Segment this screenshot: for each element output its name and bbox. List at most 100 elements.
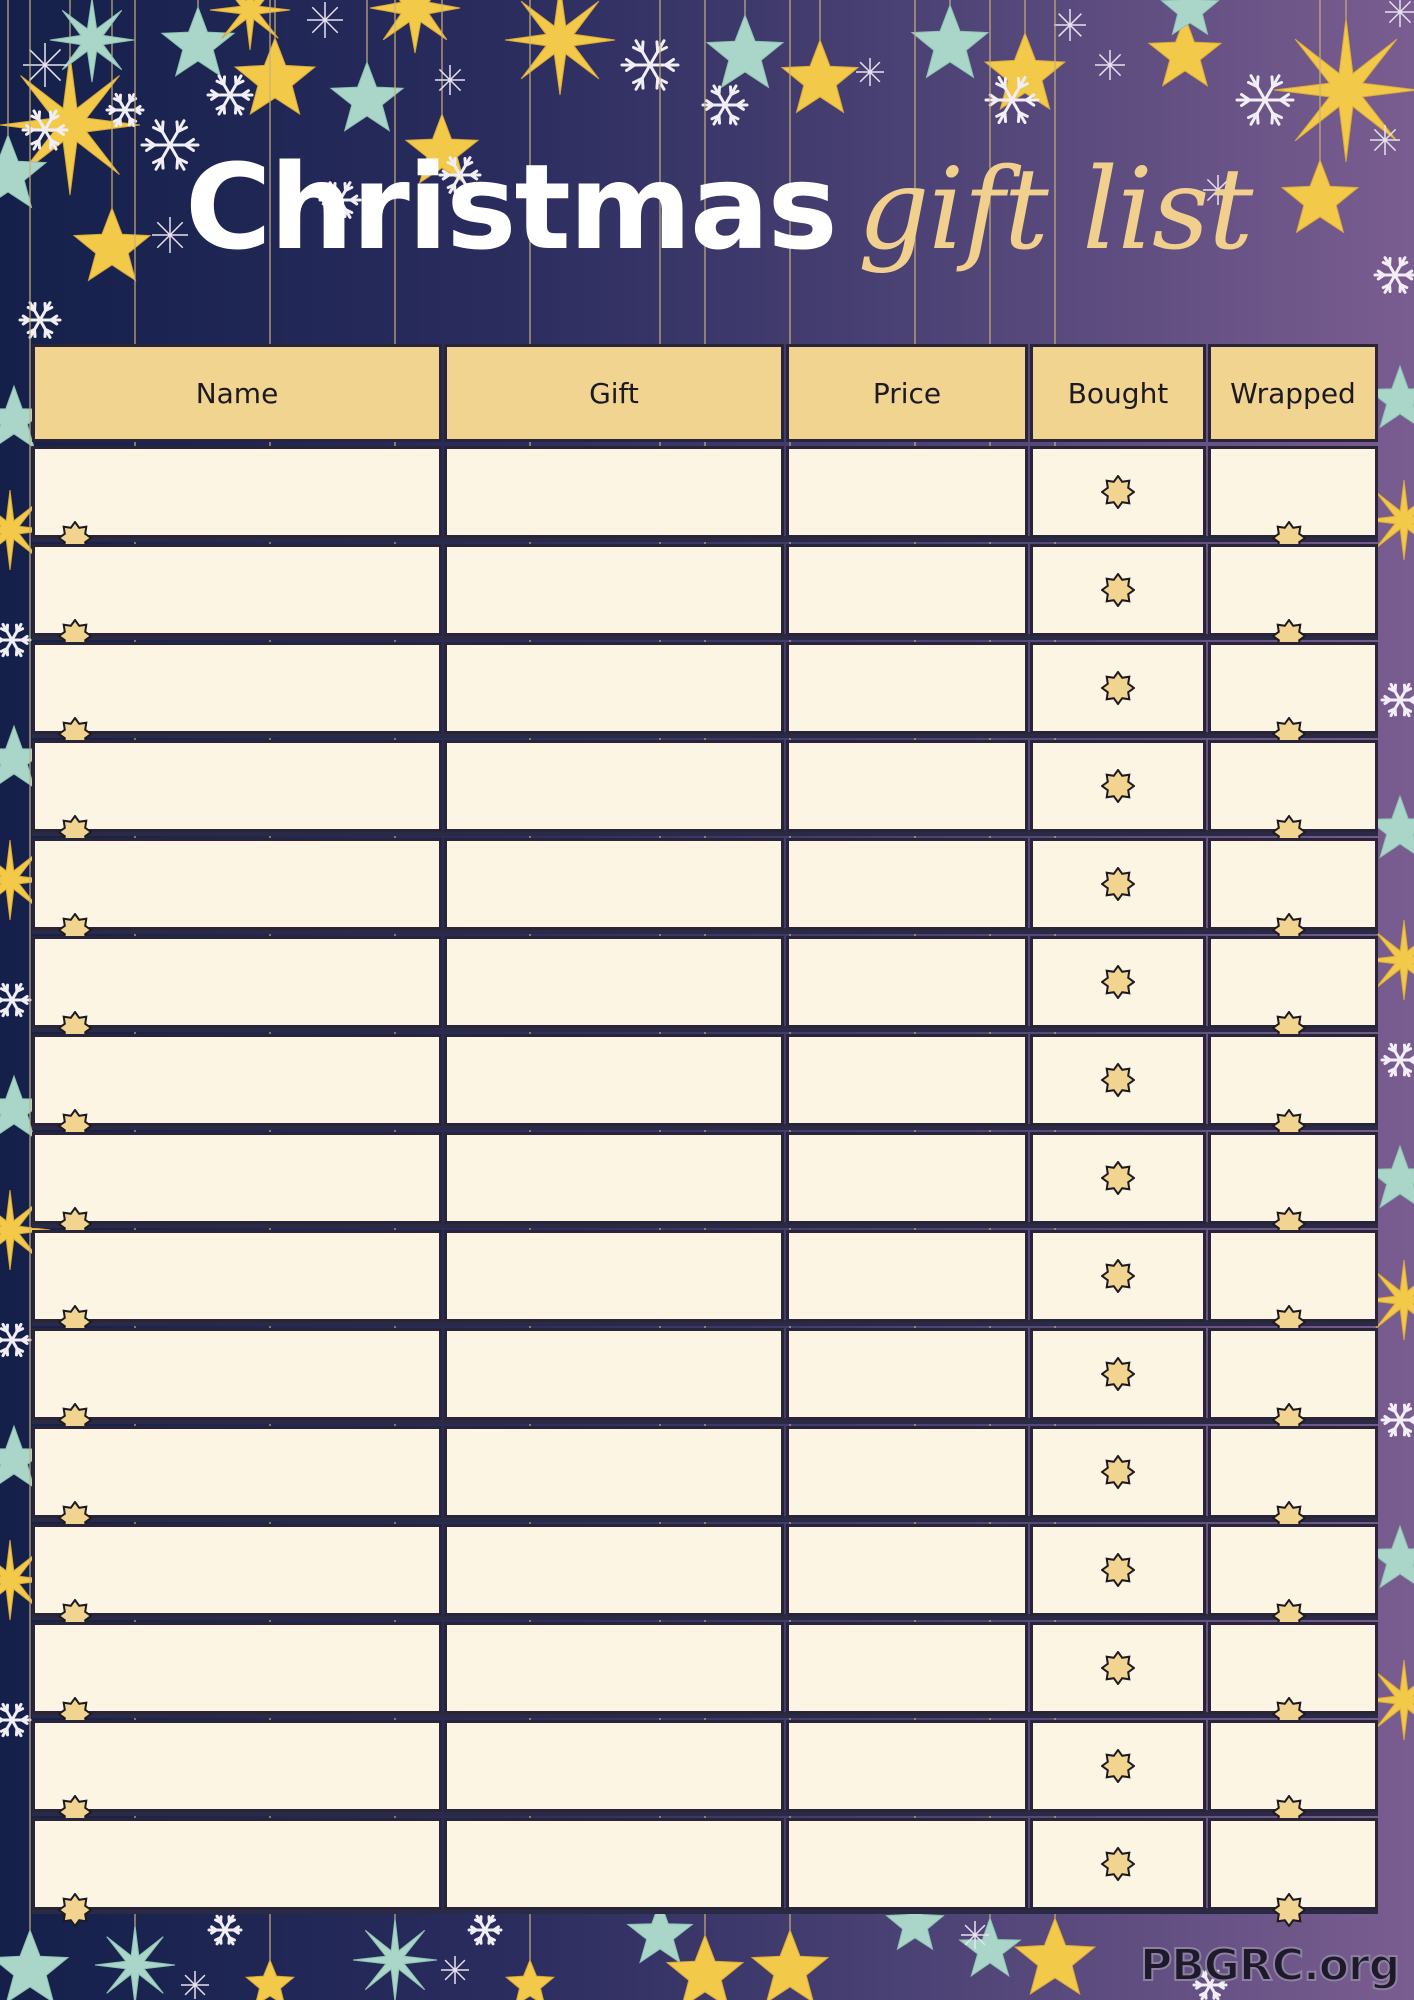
- table-header-row: Name Gift Price Bought Wrapped: [32, 344, 1378, 442]
- cell-name[interactable]: [32, 1034, 442, 1126]
- hanging-gold-star-icon: [1273, 17, 1414, 163]
- cell-price[interactable]: [786, 1720, 1028, 1812]
- bought-checkbox-star-icon[interactable]: [1100, 1748, 1136, 1784]
- sparkle-icon: [1054, 9, 1086, 41]
- hanging-mint-star-icon: [94, 1924, 176, 2000]
- cell-name[interactable]: [32, 838, 442, 930]
- sparkle-icon: [961, 1921, 989, 1949]
- bought-checkbox-star-icon[interactable]: [1100, 768, 1136, 804]
- cell-price[interactable]: [786, 1426, 1028, 1518]
- cell-gift[interactable]: [444, 1524, 784, 1616]
- cell-price[interactable]: [786, 544, 1028, 636]
- bought-checkbox-star-icon[interactable]: [1100, 1454, 1136, 1490]
- sparkle-icon: [152, 217, 188, 253]
- cell-price[interactable]: [786, 1230, 1028, 1322]
- snowflake-icon: [206, 74, 254, 116]
- hanging-gold-star-icon: [1013, 1916, 1097, 1996]
- cell-gift[interactable]: [444, 1328, 784, 1420]
- cell-name[interactable]: [32, 1132, 442, 1224]
- hanging-mint-star-icon: [705, 13, 785, 89]
- bought-checkbox-star-icon[interactable]: [1100, 1650, 1136, 1686]
- cell-name[interactable]: [32, 1426, 442, 1518]
- hanging-mint-star-icon: [49, 0, 135, 83]
- bought-checkbox-star-icon[interactable]: [1100, 1846, 1136, 1882]
- hanging-gold-star-icon: [72, 206, 152, 282]
- hanging-gold-star-icon: [0, 54, 141, 196]
- hanging-mint-star-icon: [1160, 0, 1220, 36]
- cell-name[interactable]: [32, 1328, 442, 1420]
- cell-price[interactable]: [786, 740, 1028, 832]
- wrapped-checkbox-star-icon[interactable]: [1271, 1892, 1307, 1928]
- bought-checkbox-star-icon[interactable]: [1100, 1552, 1136, 1588]
- snowflake-icon: [1380, 1402, 1414, 1438]
- snowflake-icon: [21, 109, 69, 151]
- sparkle-icon: [856, 58, 884, 86]
- cell-gift[interactable]: [444, 1230, 784, 1322]
- cell-gift[interactable]: [444, 446, 784, 538]
- cell-gift[interactable]: [444, 740, 784, 832]
- cell-name[interactable]: [32, 740, 442, 832]
- bought-checkbox-star-icon[interactable]: [1100, 1356, 1136, 1392]
- snowflake-icon: [1373, 256, 1414, 294]
- cell-name[interactable]: [32, 642, 442, 734]
- cell-gift[interactable]: [444, 1132, 784, 1224]
- table-row: [32, 1622, 1378, 1732]
- cell-name[interactable]: [32, 1818, 442, 1910]
- cell-gift[interactable]: [444, 544, 784, 636]
- cell-price[interactable]: [786, 1034, 1028, 1126]
- table-row: [32, 1426, 1378, 1536]
- cell-name[interactable]: [32, 446, 442, 538]
- column-header-wrapped: Wrapped: [1208, 344, 1378, 442]
- cell-price[interactable]: [786, 446, 1028, 538]
- cell-gift[interactable]: [444, 1720, 784, 1812]
- cell-price[interactable]: [786, 936, 1028, 1028]
- snowflake-icon: [620, 39, 680, 91]
- table-row: [32, 446, 1378, 556]
- snowflake-icon: [0, 1702, 32, 1738]
- bought-checkbox-star-icon[interactable]: [1100, 964, 1136, 1000]
- cell-name[interactable]: [32, 1230, 442, 1322]
- bought-checkbox-star-icon[interactable]: [1100, 1160, 1136, 1196]
- cell-price[interactable]: [786, 1818, 1028, 1910]
- table-row: [32, 1720, 1378, 1830]
- page-title: Christmas gift list: [185, 148, 1253, 298]
- cell-gift[interactable]: [444, 1622, 784, 1714]
- hanging-gold-star-icon: [780, 38, 860, 114]
- cell-gift[interactable]: [444, 936, 784, 1028]
- snowflake-icon: [105, 92, 145, 128]
- hanging-mint-star-icon: [910, 3, 990, 79]
- bought-checkbox-star-icon[interactable]: [1100, 670, 1136, 706]
- bought-checkbox-star-icon[interactable]: [1100, 1062, 1136, 1098]
- cell-name[interactable]: [32, 1720, 442, 1812]
- cell-price[interactable]: [786, 1328, 1028, 1420]
- cell-gift[interactable]: [444, 1818, 784, 1910]
- bought-checkbox-star-icon[interactable]: [1100, 572, 1136, 608]
- table-row: [32, 740, 1378, 850]
- cell-price[interactable]: [786, 642, 1028, 734]
- column-header-name: Name: [32, 344, 442, 442]
- sparkle-icon: [1370, 125, 1400, 155]
- hanging-gold-star-icon: [504, 1958, 556, 2000]
- bought-checkbox-star-icon[interactable]: [1100, 1258, 1136, 1294]
- sparkle-icon: [1385, 0, 1414, 27]
- cell-gift[interactable]: [444, 1034, 784, 1126]
- cell-name[interactable]: [32, 1622, 442, 1714]
- snowflake-icon: [0, 622, 32, 658]
- column-header-price: Price: [786, 344, 1028, 442]
- cell-price[interactable]: [786, 1524, 1028, 1616]
- cell-name[interactable]: [32, 544, 442, 636]
- bought-checkbox-star-icon[interactable]: [1100, 866, 1136, 902]
- hanging-gold-star-icon: [1147, 15, 1223, 87]
- cell-price[interactable]: [786, 1132, 1028, 1224]
- cell-name[interactable]: [32, 936, 442, 1028]
- cell-gift[interactable]: [444, 1426, 784, 1518]
- table-row: [32, 1524, 1378, 1634]
- bought-checkbox-star-icon[interactable]: [1100, 474, 1136, 510]
- hanging-gold-star-icon: [983, 31, 1067, 111]
- snowflake-icon: [701, 84, 749, 126]
- cell-price[interactable]: [786, 1622, 1028, 1714]
- cell-gift[interactable]: [444, 838, 784, 930]
- cell-gift[interactable]: [444, 642, 784, 734]
- cell-name[interactable]: [32, 1524, 442, 1616]
- cell-price[interactable]: [786, 838, 1028, 930]
